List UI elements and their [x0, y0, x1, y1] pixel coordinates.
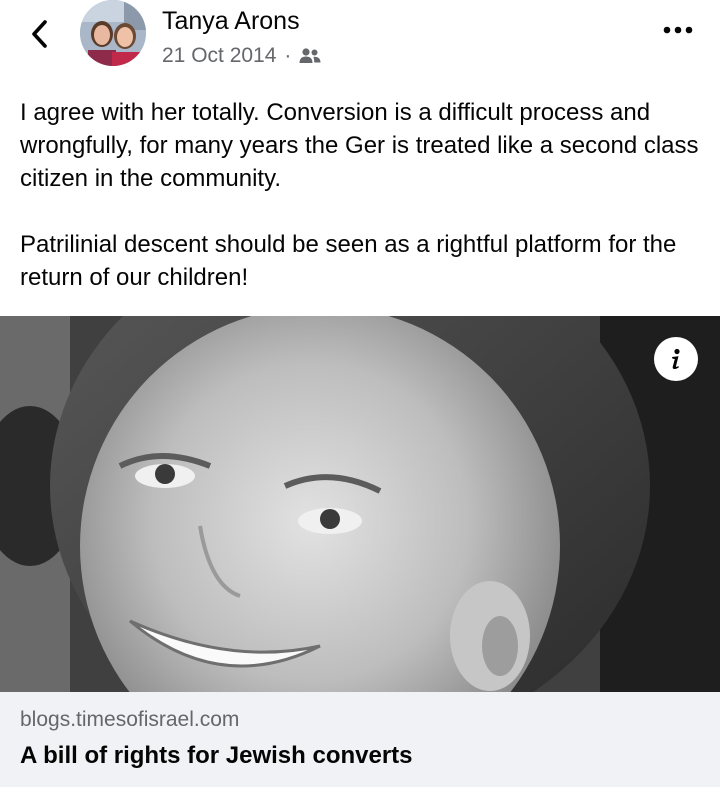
- meta-separator: ·: [284, 44, 292, 67]
- link-preview-card[interactable]: blogs.timesofisrael.com A bill of rights…: [0, 692, 720, 787]
- back-button[interactable]: [22, 14, 58, 54]
- author-name[interactable]: Tanya Arons: [162, 7, 300, 36]
- back-chevron-icon: [32, 20, 47, 48]
- portrait-photo: [0, 316, 720, 692]
- post-meta: 21 Oct 2014 ·: [162, 43, 321, 69]
- link-preview-image[interactable]: [0, 316, 720, 692]
- link-domain: blogs.timesofisrael.com: [20, 708, 240, 731]
- friends-icon: [299, 48, 321, 63]
- post-paragraph: I agree with her totally. Conversion is …: [20, 99, 699, 192]
- post-date[interactable]: 21 Oct 2014: [162, 44, 276, 68]
- more-options-button[interactable]: [660, 18, 696, 42]
- info-button[interactable]: [654, 337, 698, 381]
- info-icon: [672, 348, 680, 370]
- link-title[interactable]: A bill of rights for Jewish converts: [20, 742, 413, 770]
- author-avatar[interactable]: [80, 0, 146, 66]
- post-body: I agree with her totally. Conversion is …: [20, 96, 700, 327]
- avatar-photo: [80, 0, 146, 66]
- more-options-icon: [663, 26, 693, 34]
- post-paragraph: Patrilinial descent should be seen as a …: [20, 231, 677, 291]
- post-header: Tanya Arons 21 Oct 2014 ·: [0, 0, 720, 80]
